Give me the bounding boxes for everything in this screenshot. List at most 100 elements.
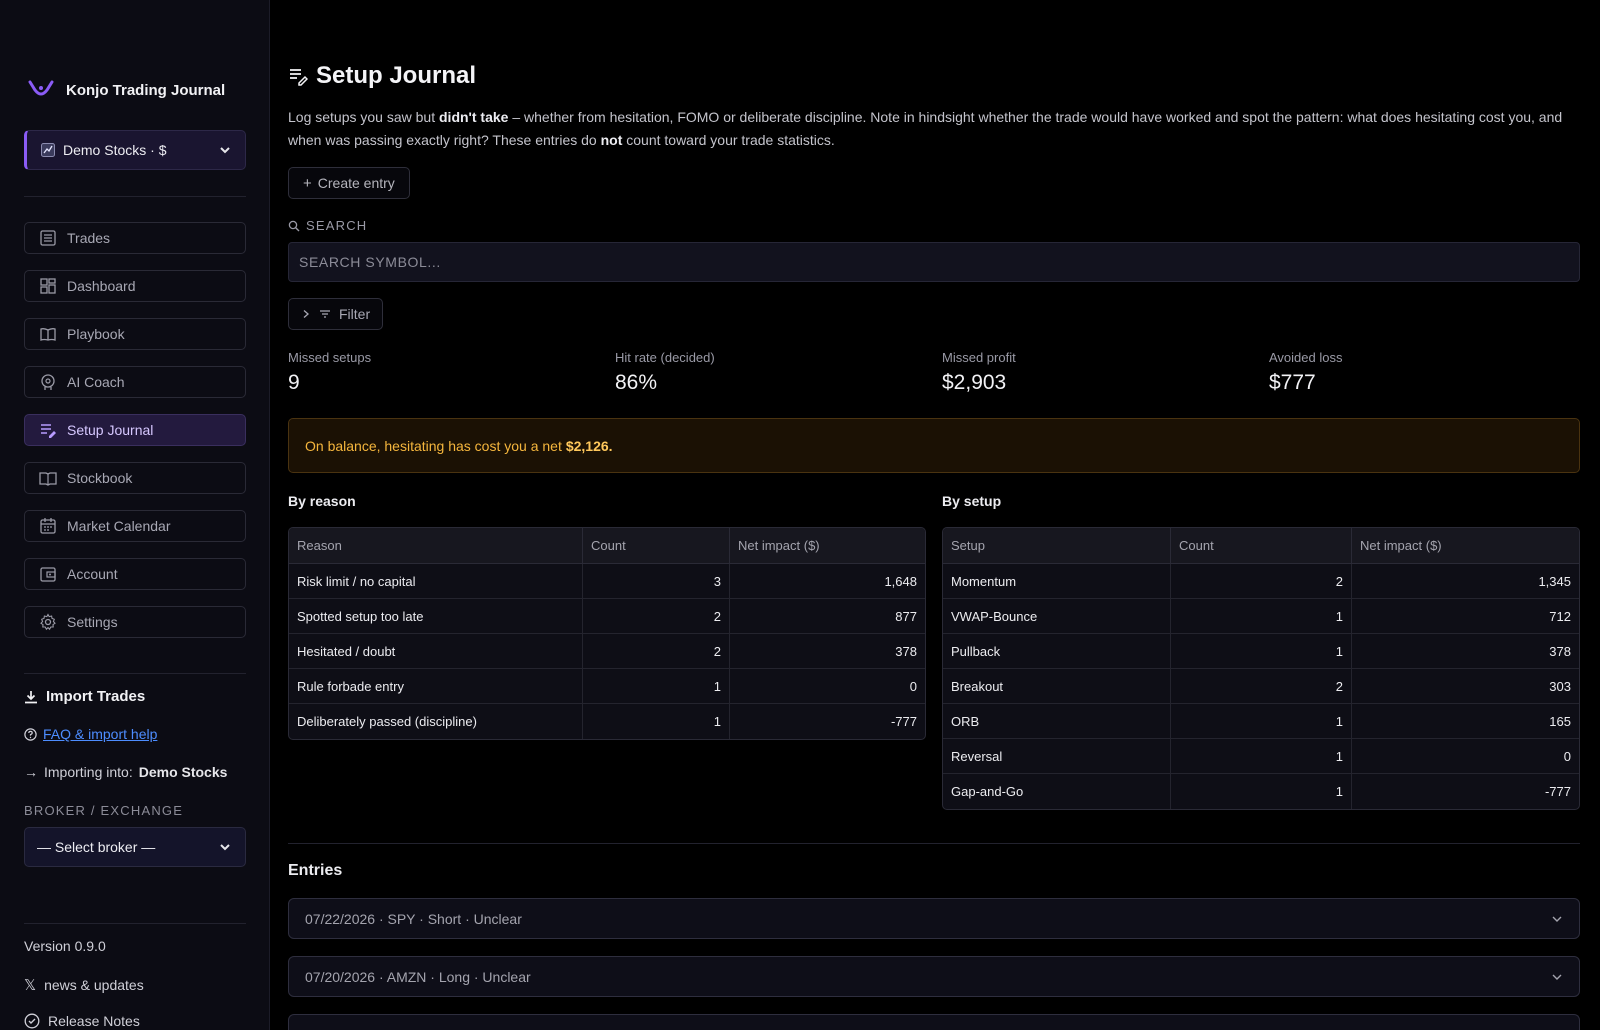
- sidebar-item-label: Stockbook: [67, 470, 133, 486]
- broker-select-value: — Select broker —: [37, 839, 156, 855]
- stat-value: $2,903: [942, 371, 1007, 394]
- faq-link[interactable]: FAQ & import help: [43, 726, 157, 742]
- create-entry-button[interactable]: + Create entry: [288, 167, 410, 199]
- chevron-down-icon: [1552, 916, 1562, 922]
- cell-net-impact: 378: [1352, 634, 1579, 669]
- cell-count: 1: [1171, 704, 1352, 739]
- column-header[interactable]: Setup: [943, 528, 1171, 564]
- sidebar-item-label: Playbook: [67, 326, 125, 342]
- cell-count: 3: [583, 564, 730, 599]
- net-cost-banner: On balance, hesitating has cost you a ne…: [288, 418, 1580, 473]
- table-row: Rule forbade entry 1 0: [289, 669, 925, 704]
- column-header[interactable]: Net impact ($): [1352, 528, 1579, 564]
- x-logo-icon: 𝕏: [24, 977, 37, 994]
- cell-reason: Risk limit / no capital: [289, 564, 583, 599]
- sidebar-item-settings[interactable]: Settings: [24, 606, 246, 638]
- cell-count: 1: [583, 704, 730, 739]
- by-reason-table: Reason Count Net impact ($) Risk limit /…: [288, 527, 926, 740]
- cell-count: 1: [583, 669, 730, 704]
- sidebar-item-trades[interactable]: Trades: [24, 222, 246, 254]
- search-input[interactable]: [288, 242, 1580, 282]
- cell-net-impact: -777: [890, 714, 917, 729]
- cell-reason: Hesitated / doubt: [289, 634, 583, 669]
- filter-label: Filter: [339, 306, 371, 322]
- desc-text: count toward your trade statistics.: [622, 132, 835, 148]
- sidebar-divider: [24, 673, 246, 674]
- entry-summary: 07/22/2026 · SPY · Short · Unclear: [305, 910, 522, 927]
- badge-check-icon: [24, 1013, 40, 1029]
- wallet-icon: [40, 567, 56, 582]
- account-select[interactable]: Demo Stocks · $: [24, 130, 246, 170]
- section-divider: [288, 843, 1580, 844]
- journal-edit-icon: [290, 69, 308, 86]
- column-header[interactable]: Reason: [289, 528, 583, 564]
- sidebar-item-market-calendar[interactable]: Market Calendar: [24, 510, 246, 542]
- sidebar-item-playbook[interactable]: Playbook: [24, 318, 246, 350]
- cell-count: 2: [583, 599, 730, 634]
- entry-item[interactable]: 07/20/2026 · AMZN · Long · Unclear: [288, 956, 1580, 997]
- broker-select[interactable]: — Select broker —: [24, 827, 246, 867]
- page-title: Setup Journal: [288, 62, 476, 90]
- cell-count: 2: [1171, 669, 1352, 704]
- banner-text: On balance, hesitating has cost you a ne…: [305, 437, 562, 454]
- table-row: ORB 1 165: [943, 704, 1579, 739]
- cell-setup: Pullback: [943, 634, 1171, 669]
- cell-net-impact: 877: [730, 599, 925, 634]
- table-row: Breakout 2 303: [943, 669, 1579, 704]
- entry-item[interactable]: [288, 1014, 1580, 1030]
- sidebar-item-stockbook[interactable]: Stockbook: [24, 462, 246, 494]
- sidebar-item-setup-journal[interactable]: Setup Journal: [24, 414, 246, 446]
- cell-reason: Rule forbade entry: [289, 669, 583, 704]
- import-trades-label: Import Trades: [46, 688, 146, 705]
- sidebar-nav: Trades Dashboard Playbook AI Coach Setup…: [24, 222, 246, 654]
- chart-icon: [41, 143, 55, 157]
- table-row: Spotted setup too late 2 877: [289, 599, 925, 634]
- cell-net-impact: 165: [1352, 704, 1579, 739]
- column-header[interactable]: Count: [583, 528, 730, 564]
- entry-item[interactable]: 07/22/2026 · SPY · Short · Unclear: [288, 898, 1580, 939]
- column-header[interactable]: Count: [1171, 528, 1352, 564]
- sidebar-divider: [24, 923, 246, 924]
- sidebar-item-label: Dashboard: [67, 278, 136, 294]
- stat-hit-rate: Hit rate (decided) 86%: [615, 350, 715, 395]
- cell-net-impact: 0: [1352, 739, 1579, 774]
- cell-count: 1: [1171, 739, 1352, 774]
- news-link[interactable]: 𝕏 news & updates: [24, 976, 144, 994]
- table-header-row: Setup Count Net impact ($): [943, 528, 1579, 564]
- column-header[interactable]: Net impact ($): [730, 528, 925, 564]
- table-row: VWAP-Bounce 1 712: [943, 599, 1579, 634]
- plus-icon: +: [303, 174, 312, 192]
- download-icon: [25, 690, 37, 703]
- sidebar-item-label: Setup Journal: [67, 422, 154, 438]
- faq-link-row: FAQ & import help: [24, 726, 157, 742]
- filter-icon: [320, 310, 330, 318]
- dashboard-icon: [40, 278, 56, 294]
- by-setup-title: By setup: [942, 493, 1002, 509]
- chevron-right-icon: [303, 310, 309, 318]
- sidebar-item-account[interactable]: Account: [24, 558, 246, 590]
- stat-label: Hit rate (decided): [615, 350, 715, 365]
- cell-net-impact: -777: [1544, 784, 1571, 799]
- entry-summary: 07/20/2026 · AMZN · Long · Unclear: [305, 968, 531, 985]
- search-label: SEARCH: [288, 218, 367, 233]
- by-reason-title: By reason: [288, 493, 356, 509]
- release-notes-link[interactable]: Release Notes: [24, 1013, 140, 1029]
- importing-prefix: Importing into:: [44, 764, 133, 780]
- cell-net-impact: 712: [1352, 599, 1579, 634]
- journal-edit-icon: [41, 424, 56, 438]
- cell-count: 1: [1171, 599, 1352, 634]
- filter-button[interactable]: Filter: [288, 298, 384, 330]
- table-row: Gap-and-Go 1 -777: [943, 774, 1579, 809]
- brand[interactable]: Konjo Trading Journal: [28, 80, 225, 100]
- create-entry-label: Create entry: [317, 175, 395, 191]
- table-row: Risk limit / no capital 3 1,648: [289, 564, 925, 599]
- cell-net-impact: 1,648: [730, 564, 925, 599]
- version-text: Version 0.9.0: [24, 938, 106, 954]
- table-row: Pullback 1 378: [943, 634, 1579, 669]
- table-row: Hesitated / doubt 2 378: [289, 634, 925, 669]
- app-name: Konjo Trading Journal: [66, 81, 226, 99]
- sidebar-item-ai-coach[interactable]: AI Coach: [24, 366, 246, 398]
- sidebar-item-dashboard[interactable]: Dashboard: [24, 270, 246, 302]
- cell-net-impact: 1,345: [1352, 564, 1579, 599]
- page-description: Log setups you saw but didn't take – whe…: [288, 106, 1580, 152]
